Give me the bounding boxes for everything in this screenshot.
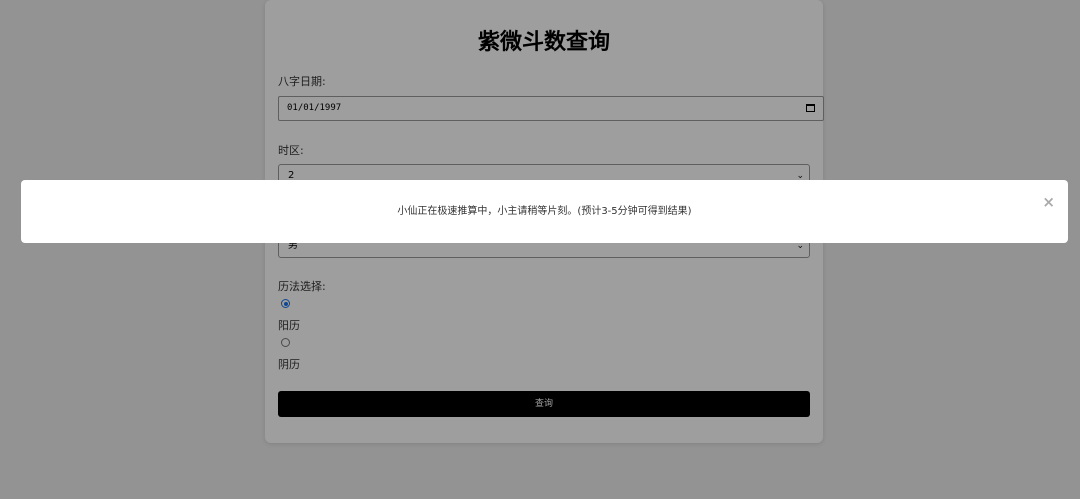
- modal-message: 小仙正在极速推算中，小主请稍等片刻。(预计3-5分钟可得到结果): [397, 206, 692, 217]
- loading-modal: 小仙正在极速推算中，小主请稍等片刻。(预计3-5分钟可得到结果) ×: [21, 180, 1068, 243]
- close-icon[interactable]: ×: [1042, 194, 1055, 210]
- modal-overlay[interactable]: [0, 0, 1080, 499]
